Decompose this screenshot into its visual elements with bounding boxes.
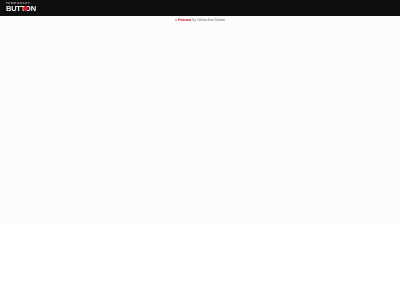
page-footer-area <box>0 224 400 300</box>
tagline-highlight: Podcast <box>177 18 192 22</box>
top-bar: TEMPORARY BUTTON <box>0 0 400 16</box>
tagline-author-link[interactable]: Celine And Shonte <box>197 18 225 22</box>
main-content-area <box>0 16 400 224</box>
site-logo[interactable]: TEMPORARY BUTTON <box>6 2 36 14</box>
logo-main-text: BUTTON <box>6 4 36 13</box>
site-tagline: A Podcast By Celine And Shonte <box>0 18 400 22</box>
logo-red-circle-icon <box>23 6 28 11</box>
